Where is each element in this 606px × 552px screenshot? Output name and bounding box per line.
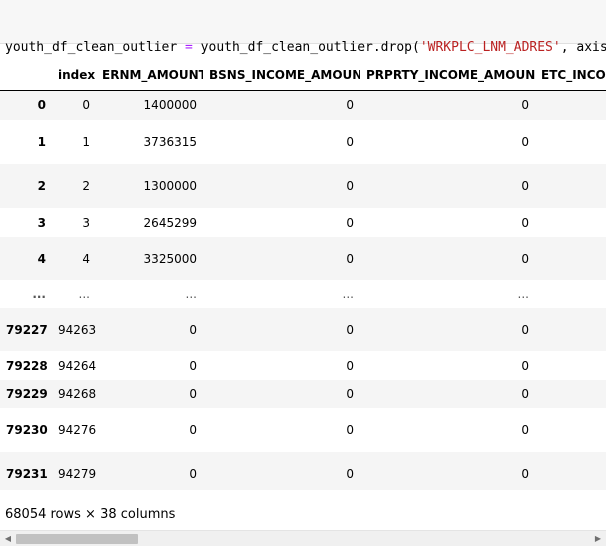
table-row: 79231 94279 0 0 0 [0, 452, 606, 490]
code-token: youth_df_clean_outlier.drop( [192, 40, 420, 55]
table-cell [535, 280, 606, 308]
table-row: 79227 94263 0 0 0 [0, 308, 606, 351]
dataframe-table: index ERNM_AMOUNT BSNS_INCOME_AMOUNT PRP… [0, 60, 606, 490]
row-label: 0 [37, 98, 46, 113]
table-cell: 0 [521, 98, 529, 113]
table-cell [535, 452, 606, 490]
table-cell: 3325000 [143, 251, 197, 266]
table-cell: 94276 [58, 423, 96, 437]
table-cell: 0 [189, 358, 197, 373]
table-cell [535, 380, 606, 408]
table-row: 2 2 1300000 0 0 [0, 164, 606, 208]
table-cell: ... [342, 287, 354, 301]
row-label: 79230 [6, 423, 48, 437]
table-cell [535, 351, 606, 380]
code-token: , axis [560, 40, 606, 55]
table-row-ellipsis: ... ... ... ... ... [0, 280, 606, 308]
table-cell: 0 [521, 135, 529, 149]
table-row: 79229 94268 0 0 0 [0, 380, 606, 408]
code-token: youth_df_clean_outlier [5, 40, 186, 55]
table-cell: 2645299 [143, 215, 197, 230]
row-label: 79229 [6, 387, 48, 401]
table-cell: 0 [346, 179, 354, 193]
table-cell: 4 [82, 251, 90, 266]
table-cell: 0 [189, 387, 197, 401]
dataframe-output: index ERNM_AMOUNT BSNS_INCOME_AMOUNT PRP… [0, 60, 606, 490]
table-cell: 0 [346, 358, 354, 373]
table-row: 79230 94276 0 0 0 [0, 408, 606, 452]
table-cell: 2 [82, 179, 90, 193]
table-cell [535, 120, 606, 164]
column-header: PRPRTY_INCOME_AMOUNT [360, 60, 535, 91]
column-header: ERNM_AMOUNT [96, 60, 203, 91]
table-cell: 0 [521, 466, 529, 481]
table-cell: 0 [521, 358, 529, 373]
row-label: 79231 [6, 466, 48, 481]
column-header: index [52, 60, 96, 91]
table-cell: 1 [82, 135, 90, 149]
column-header: BSNS_INCOME_AMOUNT [203, 60, 360, 91]
table-row: 79228 94264 0 0 0 [0, 351, 606, 380]
table-cell: 0 [346, 215, 354, 230]
table-cell: 0 [346, 98, 354, 113]
table-cell [535, 308, 606, 351]
dataframe-shape-text: 68054 rows × 38 columns [5, 507, 176, 522]
table-cell: 0 [521, 179, 529, 193]
table-cell [535, 208, 606, 237]
table-cell [535, 408, 606, 452]
table-cell: ... [517, 287, 529, 301]
table-row: 1 1 3736315 0 0 [0, 120, 606, 164]
table-row: 4 4 3325000 0 0 [0, 237, 606, 280]
table-cell: 3 [82, 215, 90, 230]
column-header: ETC_INCOME_AMOUNT [535, 60, 606, 91]
table-row: 3 3 2645299 0 0 [0, 208, 606, 237]
row-label: 1 [37, 135, 46, 149]
table-cell: 94279 [58, 466, 96, 481]
table-cell: 0 [189, 423, 197, 437]
table-cell: 0 [346, 387, 354, 401]
table-cell: 0 [189, 322, 197, 337]
table-cell: 0 [521, 387, 529, 401]
row-label: 79227 [6, 322, 48, 337]
table-cell: 94264 [58, 358, 96, 373]
table-cell: 0 [346, 251, 354, 266]
table-cell: ... [78, 287, 90, 301]
table-cell: 0 [521, 251, 529, 266]
horizontal-scrollbar[interactable]: ◀ ▶ [0, 530, 606, 546]
table-cell: 0 [82, 98, 90, 113]
table-cell: 0 [521, 322, 529, 337]
table-header-row: index ERNM_AMOUNT BSNS_INCOME_AMOUNT PRP… [0, 60, 606, 91]
scrollbar-thumb[interactable] [16, 534, 138, 544]
table-cell: 0 [189, 466, 197, 481]
table-cell [535, 164, 606, 208]
row-label: 4 [37, 251, 46, 266]
row-label: ... [32, 287, 46, 301]
code-string: 'WRKPLC_LNM_ADRES' [419, 40, 561, 55]
table-cell: 1300000 [143, 179, 197, 193]
table-row: 0 0 1400000 0 0 [0, 90, 606, 120]
scroll-left-arrow-icon[interactable]: ◀ [2, 533, 14, 545]
row-label: 3 [37, 215, 46, 230]
table-cell: 0 [521, 215, 529, 230]
column-header [0, 60, 52, 91]
table-cell: 0 [521, 423, 529, 437]
table-cell: 0 [346, 322, 354, 337]
scroll-right-arrow-icon[interactable]: ▶ [592, 533, 604, 545]
table-cell: 3736315 [143, 135, 197, 149]
row-label: 79228 [6, 358, 48, 373]
table-cell [535, 90, 606, 120]
table-cell: 0 [346, 423, 354, 437]
table-cell: 0 [346, 135, 354, 149]
code-line-1: youth_df_clean_outlier = youth_df_clean_… [5, 39, 606, 57]
table-cell: 94263 [58, 322, 96, 337]
table-cell: 0 [346, 466, 354, 481]
row-label: 2 [37, 179, 46, 193]
table-cell: 94268 [58, 387, 96, 401]
table-cell: 1400000 [143, 98, 197, 113]
table-cell: ... [185, 287, 197, 301]
table-cell [535, 237, 606, 280]
code-cell[interactable]: youth_df_clean_outlier = youth_df_clean_… [0, 0, 606, 109]
code-token: = [185, 40, 193, 55]
